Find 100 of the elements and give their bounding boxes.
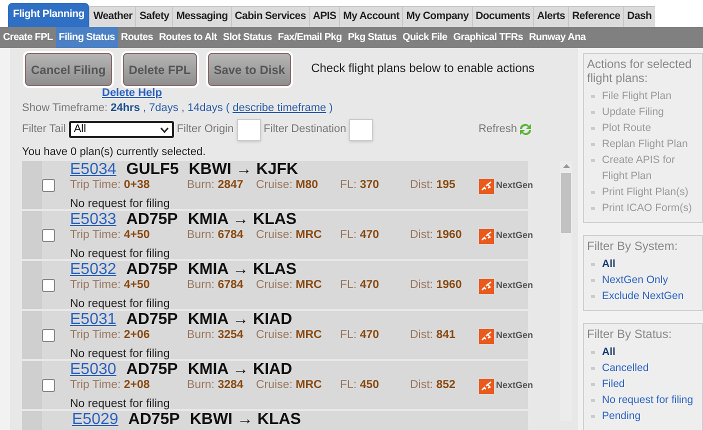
bullet-icon: [591, 415, 595, 418]
nav-tab[interactable]: Safety: [135, 6, 172, 27]
flight-plan-id-link[interactable]: E5031: [70, 311, 116, 329]
plane-icon: [479, 178, 494, 194]
field-value: 3254: [218, 329, 244, 342]
refresh-icon[interactable]: [518, 123, 533, 136]
bullet-icon: [591, 279, 595, 282]
nav-tab[interactable]: Messaging: [172, 6, 231, 27]
panel-title: Filter By Status:: [587, 327, 673, 341]
panel-title: Actions for selected flight plans:: [587, 57, 693, 85]
checkbox[interactable]: [42, 178, 55, 192]
tail-select[interactable]: All: [68, 121, 174, 138]
sub-tab[interactable]: Create FPL: [0, 27, 56, 48]
timeframe-link[interactable]: 24hrs: [110, 100, 140, 116]
nav-tab[interactable]: My Account: [339, 6, 402, 27]
filing-status: No request for filing: [70, 347, 171, 362]
route: KBWI → KJFK: [188, 161, 298, 179]
checkbox[interactable]: [42, 278, 55, 292]
field-value: 0+38: [124, 179, 150, 192]
route: KMIA → KIAD: [188, 361, 292, 379]
flight-plan-id-link[interactable]: E5032: [70, 261, 116, 279]
delete-help-link[interactable]: Delete Help: [102, 87, 162, 99]
destination-input-field[interactable]: [349, 118, 374, 140]
timeframe-label: Show Timeframe:: [22, 101, 108, 116]
nav-tab[interactable]: Documents: [472, 6, 534, 27]
field-value: 2+08: [124, 379, 150, 392]
filing-status: No request for filing: [70, 397, 171, 412]
timeframe-link[interactable]: 14days: [187, 100, 223, 116]
field-value: 470: [360, 279, 380, 292]
filter-origin-label: Filter Origin: [176, 122, 234, 138]
filter-link[interactable]: All: [602, 344, 616, 360]
field-value: 852: [436, 379, 456, 392]
field-label: Burn:: [187, 379, 214, 392]
describe-timeframe-link[interactable]: describe timeframe: [232, 100, 326, 116]
refresh-link[interactable]: Refresh: [478, 121, 517, 138]
sub-tab[interactable]: Routes: [118, 27, 156, 48]
filter-link[interactable]: No request for filing: [602, 392, 694, 408]
timeframe-link[interactable]: 7days: [149, 100, 178, 116]
sub-tab[interactable]: Slot Status: [220, 27, 275, 48]
field-label: Cruise:: [256, 379, 292, 392]
nav-tab[interactable]: Flight Planning: [8, 3, 90, 27]
filter-link[interactable]: All: [602, 256, 616, 272]
scroll-up-icon[interactable]: [562, 164, 570, 168]
field-label: Burn:: [187, 279, 214, 292]
filter-link[interactable]: Exclude NextGen: [602, 288, 684, 304]
filter-link[interactable]: Cancelled: [602, 360, 649, 376]
field-label: Dist:: [410, 279, 433, 292]
field-value: 1960: [436, 279, 462, 292]
sub-tab[interactable]: Routes to Alt: [156, 27, 220, 48]
nav-tab[interactable]: Cabin Services: [230, 6, 309, 27]
sub-tab[interactable]: Runway Ana: [526, 27, 589, 48]
parenthesis: ): [329, 101, 333, 116]
field-label: Dist:: [410, 229, 433, 242]
flight-plan-id-link[interactable]: E5033: [70, 211, 116, 229]
nav-tab[interactable]: Weather: [89, 6, 136, 27]
scrollbar-thumb[interactable]: [561, 173, 571, 233]
system-label: NextGen: [496, 229, 534, 242]
origin-input-field[interactable]: [236, 118, 261, 140]
field-value: 2847: [218, 179, 244, 192]
field-value: 6784: [218, 229, 244, 242]
parenthesis: (: [226, 101, 230, 116]
flight-plan-id-link[interactable]: E5034: [70, 161, 116, 179]
sub-tab[interactable]: Filing Status: [56, 27, 118, 48]
aircraft-type: AD75P: [128, 411, 180, 429]
field-label: FL:: [340, 329, 357, 342]
nav-tab[interactable]: Reference: [568, 6, 624, 27]
route: KBWI → KLAS: [190, 411, 301, 429]
sub-tab[interactable]: Fax/Email Pkg: [274, 27, 345, 48]
field-label: Cruise:: [256, 229, 292, 242]
field-label: Trip Time:: [70, 229, 121, 242]
checkbox[interactable]: [42, 228, 55, 242]
checkbox[interactable]: [42, 378, 55, 392]
nav-tab[interactable]: Dash: [623, 6, 655, 27]
checkbox[interactable]: [42, 328, 55, 342]
flight-plan-id-link[interactable]: E5030: [70, 361, 116, 379]
system-label: NextGen: [496, 179, 534, 192]
field-label: Dist:: [410, 179, 433, 192]
scrollbar[interactable]: [560, 161, 572, 421]
field-value: 2+06: [124, 329, 150, 342]
route: KMIA → KLAS: [188, 211, 297, 229]
route: KMIA → KIAD: [188, 311, 292, 329]
field-value: M80: [296, 179, 318, 192]
nav-tab[interactable]: My Company: [402, 6, 472, 27]
field-label: Trip Time:: [70, 279, 121, 292]
aircraft-type: GULF5: [126, 161, 179, 179]
bullet-icon: [591, 95, 595, 98]
filter-link[interactable]: Filed: [602, 376, 625, 392]
sub-tab[interactable]: Graphical TFRs: [450, 27, 526, 48]
system-label: NextGen: [496, 279, 534, 292]
flight-plan-id-link[interactable]: E5029: [72, 411, 118, 429]
panel-title: Filter By System:: [587, 239, 679, 253]
sub-tab[interactable]: Pkg Status: [344, 27, 400, 48]
filter-link[interactable]: Pending: [602, 408, 641, 424]
bullet-icon: [591, 351, 595, 354]
nav-tab[interactable]: APIS: [308, 6, 340, 27]
field-value: MRC: [296, 329, 322, 342]
selection-status: You have 0 plan(s) currently selected.: [22, 146, 206, 158]
nav-tab[interactable]: Alerts: [533, 6, 568, 27]
filter-link[interactable]: NextGen Only: [602, 272, 668, 288]
sub-tab[interactable]: Quick File: [400, 27, 450, 48]
